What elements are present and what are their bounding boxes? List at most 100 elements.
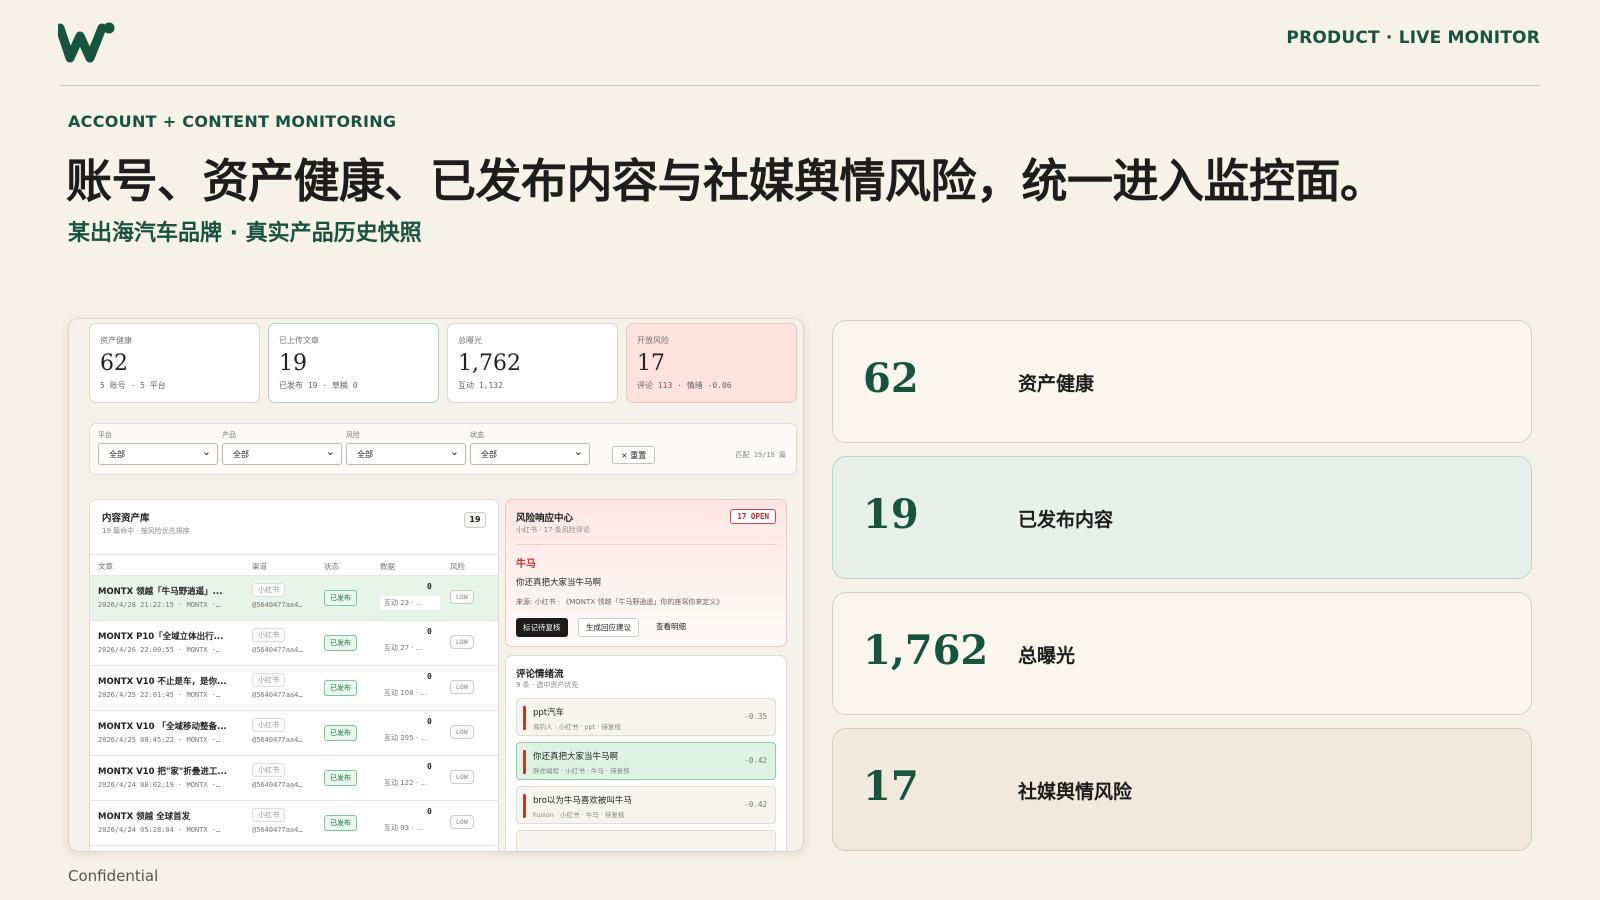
row-data: 互动 27 · … [380, 641, 440, 655]
risk-badge: LOW [450, 725, 474, 739]
column-header: 渠道 [252, 562, 267, 571]
list-item[interactable] [516, 830, 776, 851]
stat-card-risk: 17 社媒舆情风险 [832, 728, 1532, 851]
kpi-label: 总曝光 [458, 336, 482, 345]
row-account: @5640477aa4… [252, 826, 303, 834]
table-row[interactable]: MONTX 领越 全球首发 2026/4/24 05:28:04 · MONTX… [90, 801, 498, 846]
risk-badge: LOW [450, 635, 474, 649]
row-account: @5640477aa4… [252, 691, 303, 699]
row-meta: 2026/4/26 22:00:55 · MONTX ·… [98, 646, 221, 654]
stat-value: 17 [863, 763, 919, 810]
filter-platform: 平台 全部 [98, 430, 218, 465]
kpi-value: 62 [100, 351, 128, 376]
comment-meta: 胖虎编程 · 小红书 · 牛马 · 待复核 [533, 767, 630, 775]
list-item[interactable]: ppt汽车 海钓人 · 小红书 · ppt · 待复核 -0.35 [516, 698, 776, 736]
row-account: @5640477aa4… [252, 601, 303, 609]
content-library-panel: 内容资产库 19 篇命中 · 按风险优先排序 19 文章 渠道 状态 数据 风险… [89, 499, 499, 851]
table-row[interactable]: MONTX V10 把"家"折叠进工... 2026/4/24 08:02:19… [90, 756, 498, 801]
row-data: 互动 108 · … [380, 686, 440, 700]
table-body: MONTX 领越「牛马野逍遥」... 2026/4/28 21:22:15 · … [90, 576, 498, 846]
risk-badge: LOW [450, 770, 474, 784]
status-badge: 已发布 [324, 770, 357, 786]
kpi-sub: 互动 1,132 [458, 381, 503, 390]
panel-subtitle: 9 条 · 选中资产优先 [516, 681, 579, 689]
row-title: MONTX V10 把"家"折叠进工... [98, 767, 228, 777]
panel-divider [516, 544, 776, 545]
sentiment-score: -0.42 [744, 756, 767, 765]
risk-keyword: 牛马 [516, 559, 536, 570]
stat-label: 资产健康 [1018, 373, 1095, 395]
table-header: 文章 渠道 状态 数据 风险 [90, 554, 498, 576]
row-account: @5640477aa4… [252, 646, 303, 654]
kpi-card-asset-health[interactable]: 资产健康 62 5 账号 · 5 平台 [89, 323, 260, 403]
generate-response-button[interactable]: 生成回应建议 [578, 618, 639, 637]
row-account: @5640477aa4… [252, 781, 303, 789]
sentiment-score: -0.42 [744, 800, 767, 809]
stat-label: 总曝光 [1018, 645, 1076, 667]
panel-title: 评论情绪流 [516, 669, 564, 680]
filter-platform-select[interactable]: 全部 [98, 443, 218, 465]
channel-tag: 小红书 [252, 628, 285, 642]
comment-meta: 海钓人 · 小红书 · ppt · 待复核 [533, 723, 621, 731]
kpi-value: 17 [637, 351, 665, 376]
page-subtitle: 某出海汽车品牌 · 真实产品历史快照 [68, 221, 422, 246]
filter-status: 状态 全部 [470, 430, 590, 465]
open-risk-badge: 17 OPEN [730, 509, 776, 524]
row-title: MONTX 领越 全球首发 [98, 812, 191, 822]
row-meta: 2026/4/24 08:02:19 · MONTX ·… [98, 781, 221, 789]
row-data: 互动 122 · … [380, 776, 440, 790]
kpi-value: 1,762 [458, 351, 521, 376]
comment-text: ppt汽车 [533, 708, 565, 718]
filter-product-select[interactable]: 全部 [222, 443, 342, 465]
row-title: MONTX V10 不止是车，是你... [98, 677, 227, 687]
filter-risk: 风险 全部 [346, 430, 466, 465]
row-count: 0 [427, 717, 432, 726]
kpi-value: 19 [279, 351, 307, 376]
list-item[interactable]: bro以为牛马喜欢被叫牛马 Fusion · 小红书 · 牛马 · 待复核 -0… [516, 786, 776, 824]
kpi-card-open-risk[interactable]: 开放风险 17 评论 113 · 情绪 -0.06 [626, 323, 797, 403]
row-data: 互动 93 · … [380, 821, 440, 835]
column-header: 文章 [98, 562, 113, 571]
row-title: MONTX V10 「全域移动整备... [98, 722, 227, 732]
page-title: 账号、资产健康、已发布内容与社媒舆情风险，统一进入监控面。 [66, 154, 1386, 208]
table-row[interactable]: MONTX P10「全域立体出行... 2026/4/26 22:00:55 ·… [90, 621, 498, 666]
kpi-card-articles[interactable]: 已上传文章 19 已发布 19 · 草稿 0 [268, 323, 439, 403]
stat-value: 62 [863, 355, 919, 402]
channel-tag: 小红书 [252, 583, 285, 597]
stat-label: 社媒舆情风险 [1018, 781, 1133, 803]
filter-status-select[interactable]: 全部 [470, 443, 590, 465]
filter-label: 产品 [222, 431, 236, 439]
stat-card-published: 19 已发布内容 [832, 456, 1532, 579]
view-detail-link[interactable]: 查看明细 [656, 621, 686, 632]
row-meta: 2026/4/25 22:01:45 · MONTX ·… [98, 691, 221, 699]
match-count: 匹配 19/19 篇 [735, 451, 786, 459]
row-count: 0 [427, 807, 432, 816]
table-row[interactable]: MONTX 领越「牛马野逍遥」... 2026/4/28 21:22:15 · … [90, 576, 498, 621]
filter-risk-select[interactable]: 全部 [346, 443, 466, 465]
count-badge: 19 [464, 512, 486, 528]
row-account: @5640477aa4… [252, 736, 303, 744]
filter-product: 产品 全部 [222, 430, 342, 465]
stat-card-asset-health: 62 资产健康 [832, 320, 1532, 443]
stat-value: 1,762 [863, 627, 989, 674]
row-title: MONTX 领越「牛马野逍遥」... [98, 587, 223, 597]
kpi-label: 已上传文章 [279, 336, 319, 345]
filter-label: 平台 [98, 431, 112, 439]
row-count: 0 [427, 582, 432, 591]
comment-emotion-panel: 评论情绪流 9 条 · 选中资产优先 ppt汽车 海钓人 · 小红书 · ppt… [505, 655, 787, 851]
kpi-sub: 已发布 19 · 草稿 0 [279, 381, 358, 390]
column-header: 状态 [324, 562, 339, 571]
header-divider [60, 85, 1540, 86]
risk-comment: 你还真把大家当牛马啊 [516, 578, 602, 588]
row-title: MONTX P10「全域立体出行... [98, 632, 224, 642]
brand-logo-icon [58, 22, 115, 63]
status-badge: 已发布 [324, 590, 357, 606]
mark-review-button[interactable]: 标记待复核 [516, 618, 568, 637]
table-row[interactable]: MONTX V10 不止是车，是你... 2026/4/25 22:01:45 … [90, 666, 498, 711]
risk-indicator [523, 794, 526, 818]
list-item[interactable]: 你还真把大家当牛马啊 胖虎编程 · 小红书 · 牛马 · 待复核 -0.42 [516, 742, 776, 780]
kpi-card-exposure[interactable]: 总曝光 1,762 互动 1,132 [447, 323, 618, 403]
kpi-sub: 5 账号 · 5 平台 [100, 381, 166, 390]
reset-button[interactable]: × 重置 [612, 446, 656, 464]
table-row[interactable]: MONTX V10 「全域移动整备... 2026/4/25 00:45:22 … [90, 711, 498, 756]
